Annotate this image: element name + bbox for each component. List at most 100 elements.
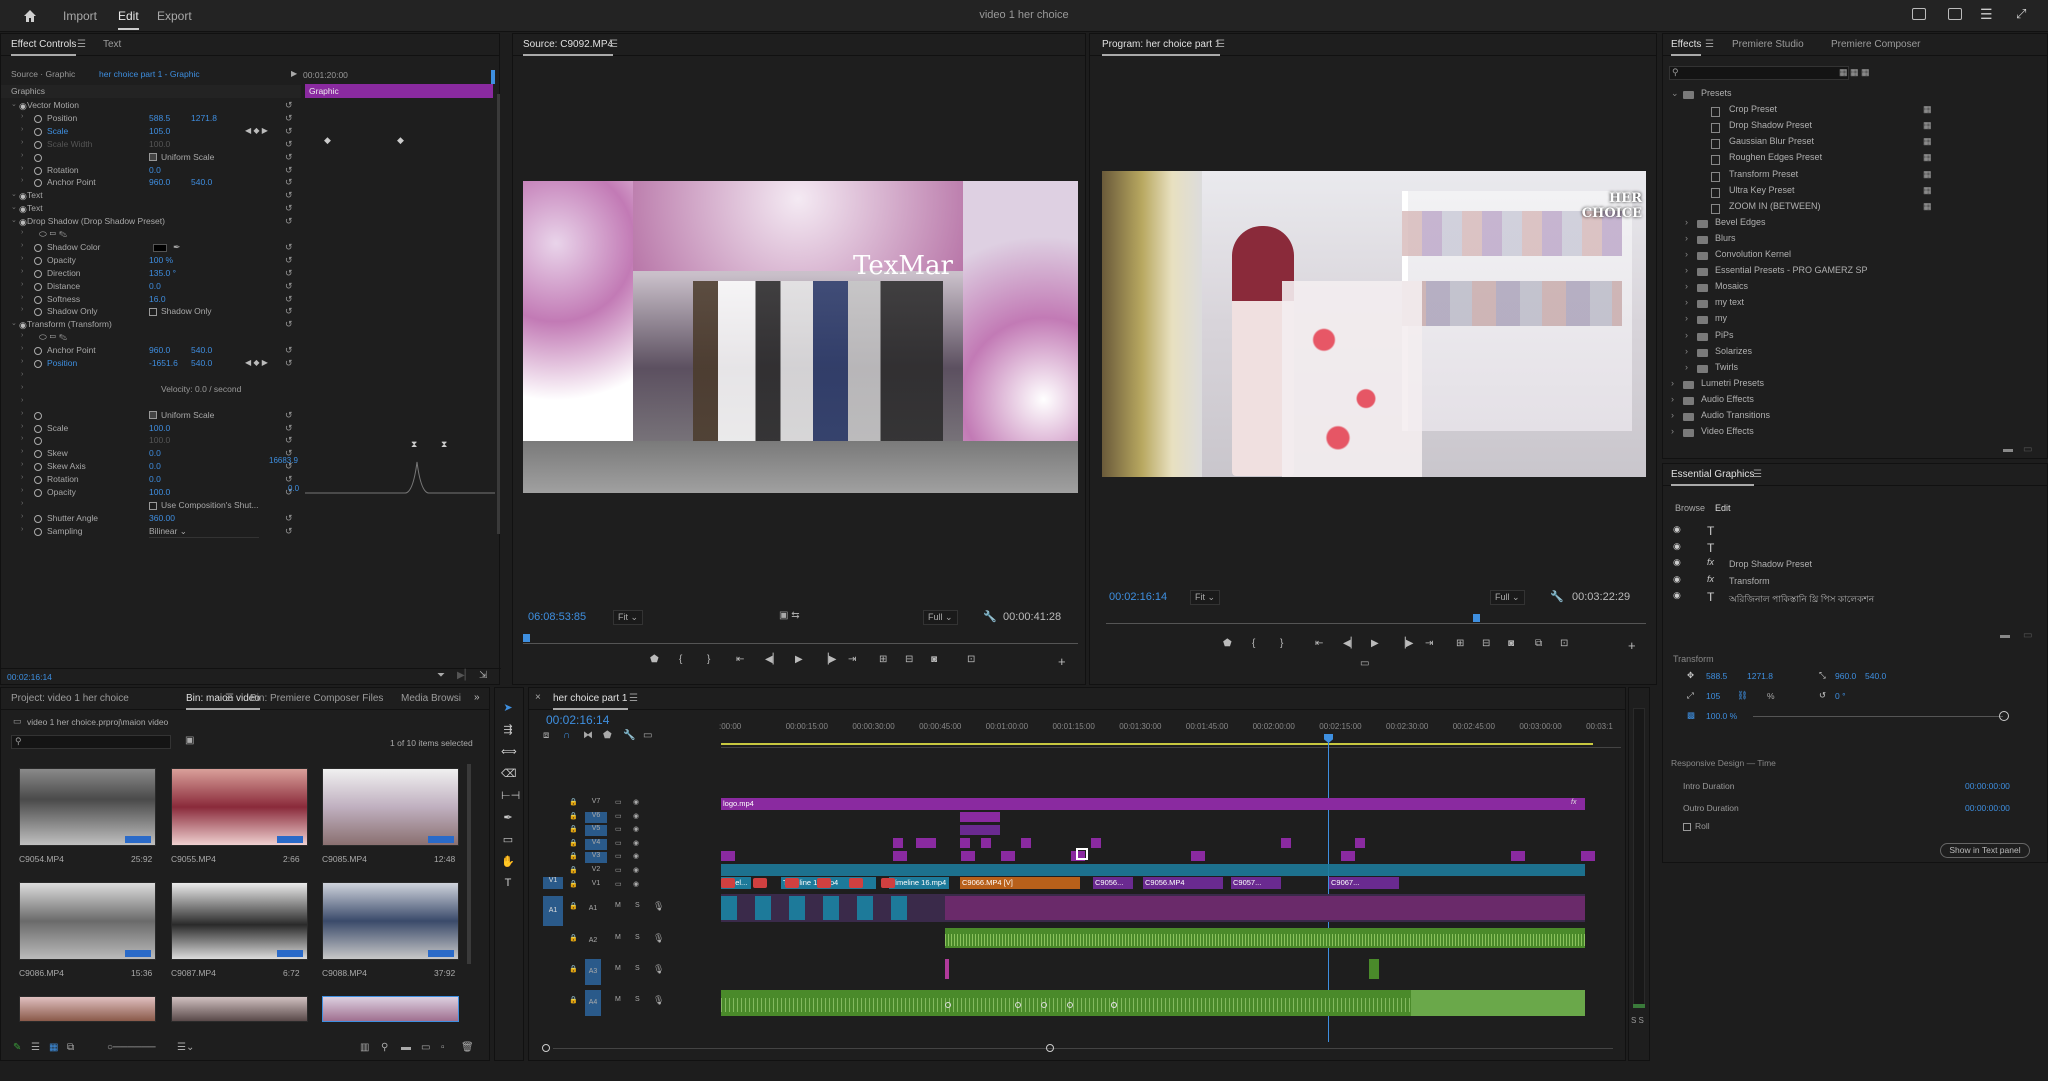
media-thumbnail[interactable] <box>322 882 459 960</box>
mute-button[interactable]: M <box>615 996 621 1003</box>
stopwatch-icon[interactable] <box>34 463 42 472</box>
eye-icon[interactable]: ◉ <box>633 866 639 874</box>
value-field[interactable]: 360.00 <box>149 513 175 523</box>
opacity-slider-handle[interactable] <box>1999 711 2009 721</box>
v1-clip[interactable]: C9056... <box>1093 877 1133 889</box>
stopwatch-icon[interactable] <box>34 179 42 188</box>
effects-preset[interactable]: ZOOM IN (BETWEEN) ▦ <box>1671 201 2041 217</box>
effects-folder[interactable]: › Twirls <box>1671 362 2041 378</box>
effects-folder[interactable]: › Audio Effects <box>1671 394 2041 410</box>
lock-icon[interactable]: 🔒 <box>569 798 578 806</box>
reset-icon[interactable]: ↺ <box>285 345 293 356</box>
program-quality-select[interactable]: Full ⌄ <box>1490 590 1525 605</box>
small-clip[interactable] <box>1581 851 1595 861</box>
link-icon[interactable]: ⛓ <box>1737 690 1748 701</box>
expand-twirl-icon[interactable]: › <box>21 306 23 313</box>
uniform-scale-checkbox[interactable]: Uniform Scale <box>149 152 214 162</box>
source-scrubber[interactable] <box>523 634 1078 644</box>
expand-twirl-icon[interactable]: › <box>21 358 23 365</box>
selection-tool-icon[interactable]: ➤ <box>501 701 515 715</box>
eg-anchor-y[interactable]: 540.0 <box>1865 671 1886 681</box>
track-target[interactable]: A4 <box>585 990 601 1016</box>
reset-icon[interactable]: ↺ <box>285 306 293 317</box>
show-in-text-panel-button[interactable]: Show in Text panel <box>1940 843 2030 858</box>
reset-icon[interactable]: ↺ <box>285 526 293 537</box>
icon-view-icon[interactable]: ▦ <box>49 1042 58 1053</box>
work-area-bar[interactable] <box>721 743 1593 745</box>
audio-keyframe[interactable] <box>1041 1002 1047 1008</box>
solo-button[interactable]: S <box>635 902 640 909</box>
graphic-clip[interactable] <box>960 825 1000 835</box>
reset-icon[interactable]: ↺ <box>285 100 293 111</box>
eye-icon[interactable]: ◉ <box>633 798 639 806</box>
graphic-layer[interactable]: ◉ T <box>1663 524 2048 540</box>
expand-twirl-icon[interactable]: › <box>21 371 23 378</box>
value-field[interactable]: 0.0 <box>149 165 161 175</box>
reset-icon[interactable]: ↺ <box>285 255 293 266</box>
new-bin-icon[interactable]: ▬ <box>401 1042 411 1053</box>
reset-icon[interactable]: ↺ <box>285 139 293 150</box>
expand-twirl-icon[interactable]: › <box>1685 281 1688 291</box>
eg-anchor-x[interactable]: 960.0 <box>1835 671 1856 681</box>
reset-icon[interactable]: ↺ <box>285 435 293 446</box>
eye-icon[interactable]: ◉ <box>1673 557 1681 568</box>
fullscreen-icon[interactable]: ⤢ <box>2016 6 2026 22</box>
new-item-icon[interactable]: ▭ <box>421 1042 430 1053</box>
effects-preset[interactable]: Transform Preset ▦ <box>1671 169 2041 185</box>
effects-folder[interactable]: › Mosaics <box>1671 281 2041 297</box>
go-to-out-icon[interactable]: ⇥ <box>1425 638 1433 649</box>
button-editor-icon[interactable]: ⊡ <box>967 654 975 665</box>
program-fit-select[interactable]: Fit ⌄ <box>1190 590 1221 605</box>
wrench-icon[interactable]: 🔧 <box>1550 590 1564 603</box>
play-audio-icon[interactable]: ▶▏ <box>457 670 472 681</box>
stopwatch-icon[interactable] <box>34 527 42 536</box>
transition-marker[interactable] <box>817 878 831 888</box>
sync-lock-icon[interactable]: ▭ <box>615 812 622 820</box>
mark-out-icon[interactable]: } <box>707 654 710 665</box>
option-checkbox[interactable]: Shadow Only <box>149 306 212 316</box>
settings-icon[interactable]: ▣ ⇆ <box>779 610 800 621</box>
reset-icon[interactable]: ↺ <box>285 203 293 214</box>
lock-icon[interactable]: 🔒 <box>569 866 578 874</box>
reset-icon[interactable]: ↺ <box>285 190 293 201</box>
pen-icon[interactable]: ✒ <box>501 811 515 825</box>
play-icon[interactable]: ▶ <box>1371 638 1379 649</box>
expand-twirl-icon[interactable]: › <box>21 500 23 507</box>
eg-rotation[interactable]: 0 ° <box>1835 691 1846 701</box>
opacity-slider[interactable] <box>1753 716 2003 717</box>
expand-twirl-icon[interactable]: › <box>21 294 23 301</box>
tab-effects[interactable]: Effects <box>1671 39 1702 56</box>
sync-lock-icon[interactable]: ▭ <box>615 798 622 806</box>
mute-button[interactable]: M <box>615 934 621 941</box>
value-field[interactable]: 540.0 <box>191 358 212 368</box>
stopwatch-icon[interactable] <box>34 489 42 497</box>
v1-clip[interactable]: C9056.MP4 <box>1143 877 1223 889</box>
sync-lock-icon[interactable]: ▭ <box>615 825 622 833</box>
eye-icon[interactable]: ◉ <box>19 217 27 228</box>
transition-marker[interactable] <box>753 878 767 888</box>
small-clip[interactable] <box>981 838 991 848</box>
expand-twirl-icon[interactable]: › <box>1685 265 1688 275</box>
reset-icon[interactable]: ↺ <box>285 410 293 421</box>
effects-folder[interactable]: ⌄ Presets <box>1671 88 2041 104</box>
tab-edit[interactable]: Edit <box>1715 503 1731 513</box>
track-target[interactable]: A3 <box>585 959 601 985</box>
small-clip[interactable] <box>916 838 926 848</box>
a1-clip-cyan[interactable] <box>789 896 805 920</box>
value-field[interactable]: 540.0 <box>191 345 212 355</box>
eye-icon[interactable]: ◉ <box>633 812 639 820</box>
source-timecode[interactable]: 06:08:53:85 <box>528 611 586 623</box>
more-tabs-icon[interactable]: » <box>474 692 480 703</box>
graphic-layer[interactable]: ◉ T <box>1663 541 2048 557</box>
close-icon[interactable]: × <box>535 692 541 703</box>
track-select-icon[interactable]: ⇶ <box>501 723 515 737</box>
small-clip[interactable] <box>960 838 970 848</box>
expand-twirl-icon[interactable]: › <box>21 126 23 133</box>
expand-arrow-icon[interactable]: ▶ <box>291 69 297 78</box>
stopwatch-icon[interactable] <box>34 411 42 420</box>
audio-keyframe[interactable] <box>1067 1002 1073 1008</box>
value-field[interactable]: 16.0 <box>149 294 166 304</box>
tab-effect-controls[interactable]: Effect Controls <box>11 39 77 56</box>
effects-preset[interactable]: Crop Preset ▦ <box>1671 104 2041 120</box>
expand-twirl-icon[interactable]: ⌄ <box>11 190 17 198</box>
